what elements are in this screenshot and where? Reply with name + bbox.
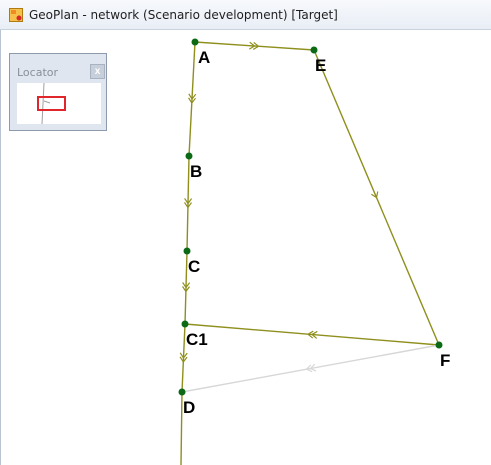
node-A[interactable]	[191, 38, 199, 46]
node-D[interactable]	[178, 388, 186, 396]
close-icon: x	[94, 66, 101, 77]
node-C[interactable]	[183, 247, 191, 255]
locator-title: Locator	[17, 66, 59, 79]
node-C1[interactable]	[181, 320, 189, 328]
locator-close-button[interactable]: x	[90, 64, 105, 79]
node-E[interactable]	[310, 46, 318, 54]
locator-panel[interactable]: Locator x	[9, 53, 107, 131]
node-F[interactable]	[435, 341, 443, 349]
link-F-D[interactable]	[181, 344, 440, 393]
link-E-F[interactable]	[313, 49, 440, 346]
node-label-C1: C1	[186, 330, 208, 349]
node-label-B: B	[190, 162, 202, 181]
link-F-C1[interactable]	[184, 323, 440, 346]
locator-viewport-rect[interactable]	[37, 96, 66, 111]
node-B[interactable]	[185, 152, 193, 160]
link-D-outlet[interactable]	[180, 391, 183, 465]
node-label-E: E	[315, 56, 326, 75]
node-label-A: A	[198, 48, 210, 67]
locator-minimap[interactable]	[17, 82, 101, 125]
node-label-D: D	[183, 398, 195, 417]
node-label-C: C	[188, 257, 200, 276]
node-label-F: F	[440, 351, 450, 370]
link-A-B[interactable]	[188, 41, 197, 157]
link-A-E[interactable]	[194, 41, 315, 51]
